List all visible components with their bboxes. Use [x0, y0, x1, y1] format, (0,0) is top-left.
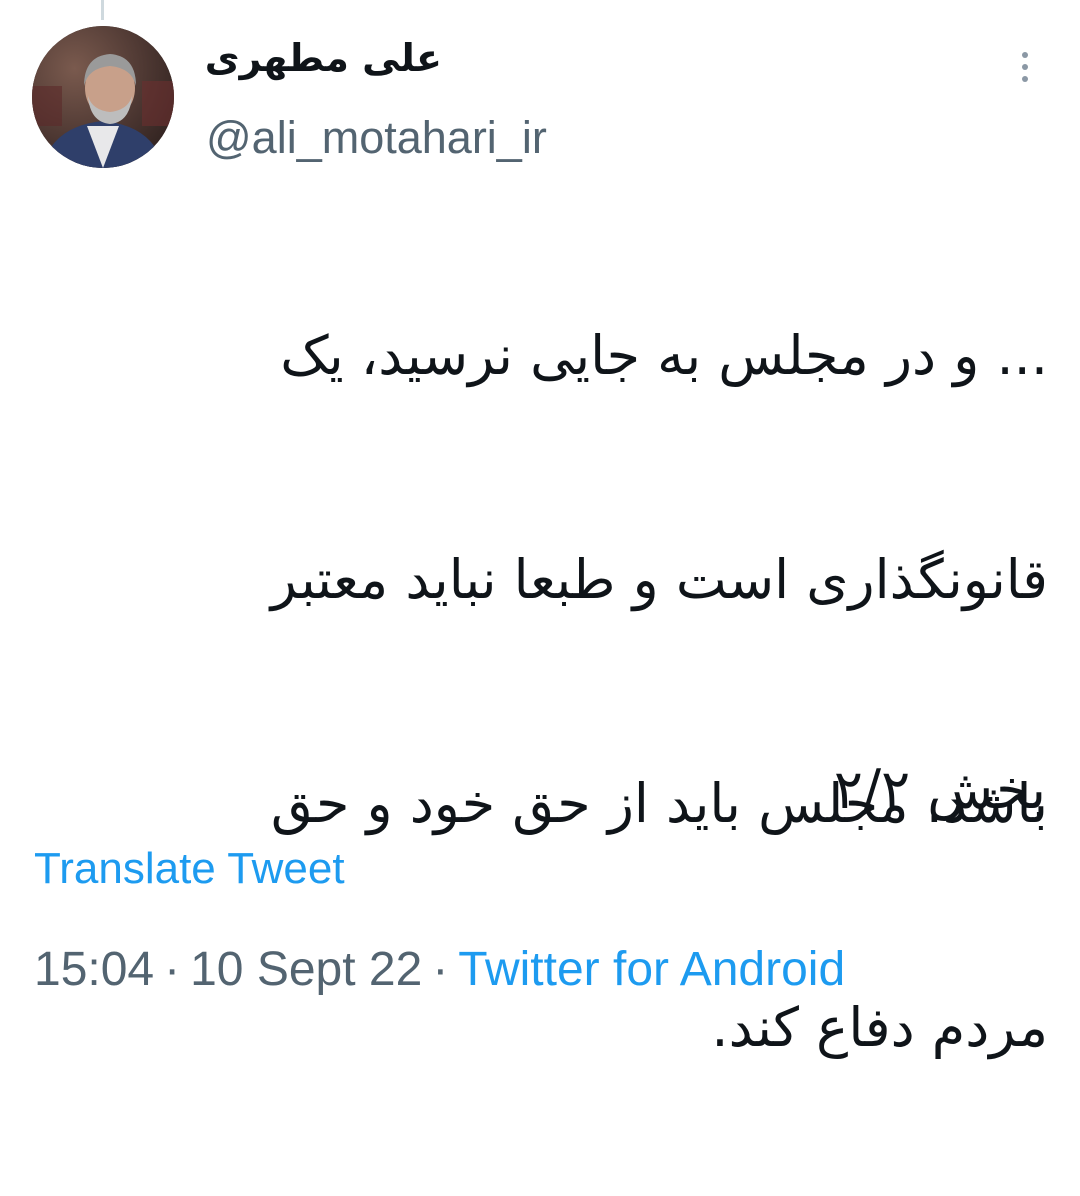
more-vertical-icon[interactable] — [1018, 52, 1032, 88]
avatar[interactable] — [32, 26, 174, 168]
user-handle[interactable]: @ali_motahari_ir — [206, 112, 547, 164]
tweet-time[interactable]: 15:04 — [34, 943, 154, 996]
translate-tweet-link[interactable]: Translate Tweet — [34, 844, 345, 894]
tweet-text-line: قانونگذاری است و طبعا نباید معتبر — [270, 548, 1048, 611]
tweet-text: ... و در مجلس به جایی نرسید، یک قانونگذا… — [60, 188, 1048, 1196]
thread-connector-line — [101, 0, 104, 20]
separator: · — [432, 943, 449, 996]
tweet-source-link[interactable]: Twitter for Android — [458, 943, 845, 996]
avatar-photo — [32, 26, 174, 168]
tweet-date[interactable]: 10 Sept 22 — [190, 943, 422, 996]
display-name[interactable]: علی مطهری — [205, 36, 442, 80]
tweet-part-label: بخش ۲/۲ — [833, 758, 1046, 821]
separator: · — [164, 943, 181, 996]
tweet-metadata: 15:04 · 10 Sept 22 · Twitter for Android — [34, 942, 845, 997]
tweet-text-line: ... و در مجلس به جایی نرسید، یک — [280, 324, 1048, 387]
